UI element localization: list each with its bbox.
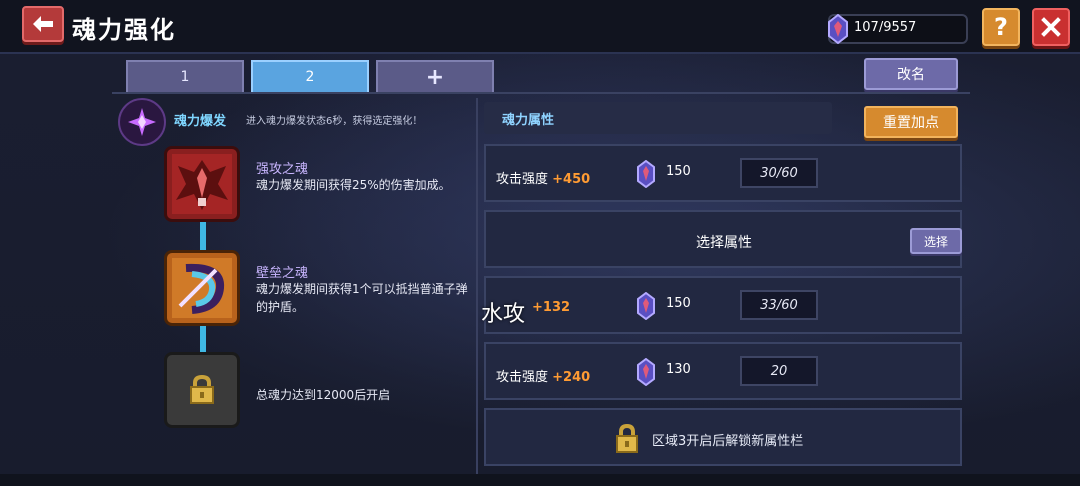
header-bar: 魂力强化 107/9557 ? bbox=[0, 0, 1080, 54]
attribute-cost: 130 bbox=[666, 362, 691, 377]
skill-description: 魂力爆发期间获得1个可以抵挡普通子弹的护盾。 bbox=[256, 282, 468, 314]
soul-burst-icon bbox=[118, 98, 166, 146]
attribute-bonus: +240 bbox=[552, 370, 591, 385]
bottom-bar bbox=[0, 474, 1080, 486]
attribute-row: 攻击强度 +450 150 30/60 bbox=[484, 144, 962, 202]
attribute-level: 30/60 bbox=[740, 158, 818, 188]
attribute-level: 33/60 bbox=[740, 290, 818, 320]
lock-icon bbox=[190, 374, 214, 404]
attribute-label: 攻击强度 +450 bbox=[496, 172, 591, 187]
overlay-text: 水攻 bbox=[481, 302, 526, 327]
attribute-bonus: +132 bbox=[532, 300, 571, 315]
soul-crystal-icon bbox=[637, 160, 655, 188]
skill-connector bbox=[200, 326, 206, 352]
help-button[interactable]: ? bbox=[982, 8, 1020, 46]
tab-1[interactable]: 1 bbox=[126, 60, 244, 92]
skill-tile-locked bbox=[164, 352, 240, 428]
soul-crystal-icon bbox=[637, 292, 655, 320]
soul-currency-value: 107/9557 bbox=[854, 20, 917, 35]
skill-name: 壁垒之魂 bbox=[256, 266, 309, 281]
skill-tile-strong-attack[interactable] bbox=[164, 146, 240, 222]
tab-add[interactable]: + bbox=[376, 60, 494, 92]
back-button[interactable] bbox=[22, 6, 64, 42]
close-button[interactable] bbox=[1032, 8, 1070, 46]
skill-name: 强攻之魂 bbox=[256, 162, 309, 177]
attribute-row: 攻击强度 +240 130 20 bbox=[484, 342, 962, 400]
soul-burst-name: 魂力爆发 bbox=[174, 114, 227, 129]
skill-connector bbox=[200, 222, 206, 250]
soul-burst-description: 进入魂力爆发状态6秒，获得选定强化！ bbox=[246, 116, 423, 127]
attribute-row-empty: 选择属性 选择 bbox=[484, 210, 962, 268]
attribute-row: +132 150 33/60 bbox=[484, 276, 962, 334]
select-attribute-button[interactable]: 选择 bbox=[910, 228, 962, 254]
tab-2[interactable]: 2 bbox=[251, 60, 369, 92]
soul-crystal-icon bbox=[828, 14, 848, 44]
locked-row-text: 区域3开启后解锁新属性栏 bbox=[652, 434, 804, 449]
demon-wings-icon bbox=[172, 154, 232, 214]
burst-star-icon bbox=[128, 108, 156, 136]
lock-icon bbox=[616, 424, 638, 453]
skill-description: 魂力爆发期间获得25%的伤害加成。 bbox=[256, 178, 451, 192]
skill-tile-bastion[interactable] bbox=[164, 250, 240, 326]
locked-skill-description: 总魂力达到12000后开启 bbox=[256, 388, 391, 402]
close-icon bbox=[1041, 17, 1061, 37]
shield-bow-icon bbox=[172, 258, 232, 318]
attributes-header: 魂力属性 bbox=[484, 102, 832, 134]
attribute-level: 20 bbox=[740, 356, 818, 386]
column-divider bbox=[476, 98, 478, 474]
soul-currency-display: 107/9557 bbox=[828, 14, 968, 44]
attributes-title: 魂力属性 bbox=[502, 113, 555, 128]
attribute-cost: 150 bbox=[666, 296, 691, 311]
select-attribute-text: 选择属性 bbox=[696, 235, 752, 251]
locked-attribute-row: 区域3开启后解锁新属性栏 bbox=[484, 408, 962, 466]
reset-points-button[interactable]: 重置加点 bbox=[864, 106, 958, 138]
attribute-label: 攻击强度 +240 bbox=[496, 370, 591, 385]
rename-button[interactable]: 改名 bbox=[864, 58, 958, 90]
attribute-bonus: +450 bbox=[552, 172, 591, 187]
soul-crystal-icon bbox=[637, 358, 655, 386]
back-arrow-icon bbox=[33, 16, 53, 32]
page-title: 魂力强化 bbox=[72, 16, 176, 44]
attribute-cost: 150 bbox=[666, 164, 691, 179]
